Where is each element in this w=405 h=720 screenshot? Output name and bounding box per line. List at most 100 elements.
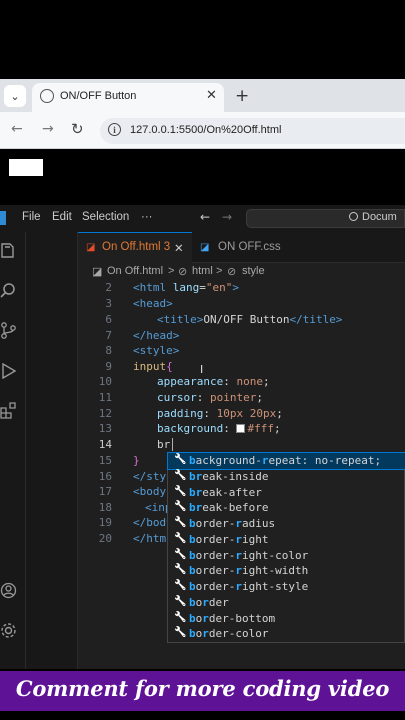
wrench-icon: 🔧 [174,611,187,623]
code-line-2[interactable]: <html lang="en"> [133,281,239,294]
search-icon [349,212,358,221]
url-text[interactable]: 127.0.0.1:5500/On%20Off.html [130,124,281,136]
menu-more[interactable]: ··· [141,211,153,223]
explorer-icon[interactable] [0,242,17,259]
back-arrow-icon[interactable]: ← [11,121,23,137]
code-line-11[interactable]: cursor: pointer; [157,391,263,404]
wrench-icon: 🔧 [174,517,187,528]
wrench-icon: 🔧 [174,627,187,639]
line-number-current: 14 [98,438,112,451]
run-debug-icon[interactable] [0,362,17,379]
wrench-icon: 🔧 [174,469,187,481]
suggestion-label: border-color [189,627,269,641]
tab-close-button[interactable]: ✕ [206,88,217,103]
html-file-icon: ◪ [86,242,96,253]
suggestion-label: border-right-style [189,580,309,593]
browser-tab-title: ON/OFF Button [60,90,137,102]
suggestion-label: background-repeat: no-repeat; [189,454,382,467]
code-line-8[interactable]: <style> [133,344,179,357]
wrench-icon: 🔧 [174,501,187,513]
line-number: 12 [98,407,112,420]
element-icon: ⊘ [178,266,188,278]
banner-text: Comment for more coding video [15,676,390,701]
line-number: 7 [105,329,112,342]
search-icon[interactable] [0,282,17,299]
page-viewport [0,149,405,199]
wrench-icon: 🔧 [174,580,187,591]
breadcrumb-html[interactable]: html [192,265,213,277]
suggestion-label: border-radius [189,517,276,530]
nav-forward-icon[interactable]: → [222,210,232,224]
wrench-icon: 🔧 [174,548,187,560]
code-line-10[interactable]: appearance: none; [157,375,270,388]
suggestion-label: break-inside [189,469,269,483]
line-number: 8 [105,344,112,357]
html-file-icon: ◪ [92,266,103,278]
code-line-15[interactable]: } [133,454,140,467]
suggestion-label: break-after [189,485,262,499]
line-number: 3 [105,297,112,310]
code-line-14[interactable]: br [157,438,170,451]
line-number: 9 [105,360,112,373]
extensions-icon[interactable] [0,402,17,419]
breadcrumb-separator: > [168,265,175,277]
line-number: 15 [98,454,112,467]
wrench-icon: 🔧 [174,564,187,576]
wrench-icon: 🔧 [174,485,187,497]
forward-arrow-icon[interactable]: → [42,121,54,137]
code-line-13[interactable]: background: #fff; [157,422,281,435]
breadcrumb-separator: > [216,265,223,277]
line-number: 2 [105,281,112,294]
line-number: 20 [98,532,112,545]
suggestion-label: border-right [189,532,269,546]
suggestion-label: border-right-width [189,564,309,578]
color-swatch[interactable] [236,424,246,433]
suggestion-label: border-bottom [189,611,276,625]
code-line-3[interactable]: <head> [133,297,173,310]
code-line-12[interactable]: padding: 10px 20px; [157,407,283,420]
tab-label: ON OFF.css [218,241,281,253]
tab-search-dropdown[interactable]: ⌄ [4,85,26,107]
reload-icon[interactable]: ↻ [71,120,84,138]
breadcrumb-file[interactable]: On Off.html [107,265,163,277]
wrench-icon: 🔧 [174,532,187,544]
gear-icon[interactable] [0,622,17,639]
line-number: 10 [98,375,112,388]
sidebar [26,232,78,669]
line-number: 16 [98,470,112,483]
chevron-down-icon: ⌄ [10,89,20,103]
menu-file[interactable]: File [22,211,41,223]
vscode-logo-icon [0,211,6,225]
suggestion-label: border-right-color [189,548,309,562]
suggestion-label: break-before [189,501,269,515]
text-caret [172,438,173,451]
site-info-icon[interactable]: i [108,123,121,136]
new-tab-button[interactable]: + [235,86,249,106]
menu-selection[interactable]: Selection [82,211,129,223]
page-input-button[interactable] [9,159,43,176]
line-number: 11 [98,391,112,404]
code-line-17[interactable]: <body [133,485,166,498]
wrench-icon: 🔧 [174,595,187,607]
line-number: 17 [98,485,112,498]
command-center-text: Docum [362,211,397,223]
tab-label: On Off.html 3 [102,241,171,253]
menu-edit[interactable]: Edit [52,211,72,223]
code-line-7[interactable]: </head> [133,329,179,342]
element-icon: ⊘ [227,266,237,278]
tab-close-button[interactable]: ✕ [174,241,184,255]
line-number: 6 [105,313,112,326]
line-number: 19 [98,516,112,529]
wrench-icon: 🔧 [174,454,187,465]
css-file-icon: ◪ [200,242,210,253]
nav-back-icon[interactable]: ← [200,210,210,224]
line-number: 18 [98,501,112,514]
breadcrumb-style[interactable]: style [242,265,265,277]
source-control-icon[interactable] [0,322,17,339]
code-line-6[interactable]: <title>ON/OFF Button</title> [157,313,342,326]
code-line-9[interactable]: input{ [133,360,173,373]
account-icon[interactable] [0,582,17,599]
globe-icon [40,89,54,103]
line-number: 13 [98,422,112,435]
suggestion-label: border [189,595,229,609]
